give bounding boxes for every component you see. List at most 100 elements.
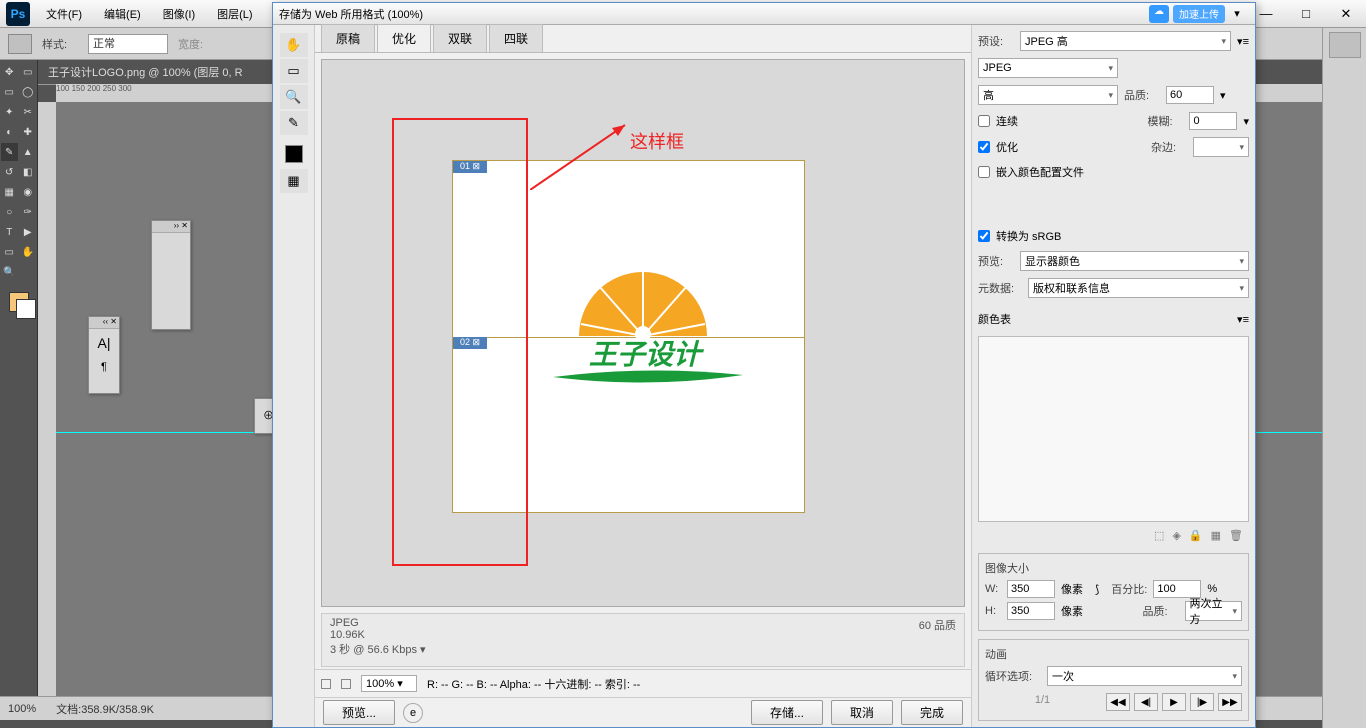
- slice-badge-01[interactable]: 01 ⊠: [453, 161, 487, 173]
- link-icon[interactable]: ⟆: [1095, 583, 1099, 596]
- close-button[interactable]: ✕: [1326, 2, 1366, 26]
- height-input[interactable]: [1007, 602, 1055, 620]
- progressive-checkbox[interactable]: [978, 115, 990, 127]
- slice-badge-02[interactable]: 02 ⊠: [453, 337, 487, 349]
- embed-profile-checkbox[interactable]: [978, 166, 990, 178]
- hand-tool[interactable]: ✋: [20, 243, 37, 261]
- stamp-tool[interactable]: ▲: [20, 143, 37, 161]
- ct-icon-1[interactable]: ⬚: [1154, 529, 1164, 542]
- blur-tool[interactable]: ◉: [20, 183, 37, 201]
- crop-tool[interactable]: ✂: [20, 103, 37, 121]
- quality-preset-select[interactable]: 高: [978, 85, 1118, 105]
- sfw-titlebar[interactable]: 存储为 Web 所用格式 (100%) ☁ 加速上传 ▾: [273, 3, 1255, 25]
- hand-tool-icon[interactable]: ✋: [280, 33, 308, 57]
- brush-tool[interactable]: ✎: [1, 143, 18, 161]
- preview-image[interactable]: 01 ⊠ 02 ⊠ 王子设计: [452, 160, 805, 513]
- anim-title: 动画: [985, 646, 1242, 662]
- sfw-tabs: 原稿 优化 双联 四联: [315, 25, 971, 53]
- float-panel-1[interactable]: ›› ✕: [151, 220, 191, 330]
- cancel-button[interactable]: 取消: [831, 700, 893, 725]
- history-brush[interactable]: ↺: [1, 163, 18, 181]
- ct-icon-5[interactable]: 🗑: [1229, 529, 1243, 542]
- menu-edit[interactable]: 编辑(E): [94, 1, 151, 27]
- eyedropper-icon[interactable]: ✎: [280, 111, 308, 135]
- move-tool[interactable]: ✥: [1, 63, 18, 81]
- anim-play-button[interactable]: ▶: [1162, 693, 1186, 711]
- path-select[interactable]: ▶: [20, 223, 37, 241]
- anim-first-button[interactable]: ◀◀: [1106, 693, 1130, 711]
- zoom-tool[interactable]: 🔍: [1, 263, 18, 281]
- foreground-color[interactable]: [9, 292, 29, 312]
- eyedropper-tool[interactable]: ◐: [1, 123, 18, 141]
- ct-icon-3[interactable]: 🔒: [1189, 529, 1203, 542]
- pen-tool[interactable]: ✑: [20, 203, 37, 221]
- zoom-select[interactable]: 100% ▾: [361, 675, 417, 692]
- tool-preset-icon[interactable]: [8, 34, 32, 54]
- matte-select[interactable]: [1193, 137, 1249, 157]
- preview-color-select[interactable]: 显示器颜色: [1020, 251, 1249, 271]
- background-color[interactable]: [16, 299, 36, 319]
- bottom-icon1[interactable]: [321, 679, 331, 689]
- save-button[interactable]: 存储...: [751, 700, 823, 725]
- slice-select-icon[interactable]: ▭: [280, 59, 308, 83]
- ct-icon-2[interactable]: ◈: [1172, 529, 1180, 542]
- metadata-select[interactable]: 版权和联系信息: [1028, 278, 1249, 298]
- quality-input[interactable]: [1166, 86, 1214, 104]
- ps-right-dock: [1322, 28, 1366, 728]
- shape-tool[interactable]: ▭: [1, 243, 18, 261]
- loop-select[interactable]: 一次: [1047, 666, 1242, 686]
- cloud-icon[interactable]: ☁: [1149, 5, 1169, 23]
- status-zoom[interactable]: 100%: [8, 703, 36, 715]
- tab-original[interactable]: 原稿: [321, 24, 375, 52]
- dock-icon-1[interactable]: [1329, 32, 1361, 58]
- healing-tool[interactable]: ✚: [20, 123, 37, 141]
- anim-prev-button[interactable]: ◀|: [1134, 693, 1158, 711]
- colortable-menu-icon[interactable]: ▾≡: [1237, 313, 1249, 326]
- optimized-checkbox[interactable]: [978, 141, 990, 153]
- anim-last-button[interactable]: ▶▶: [1218, 693, 1242, 711]
- artboard-tool[interactable]: ▭: [20, 63, 37, 81]
- optimized-label: 优化: [996, 139, 1018, 155]
- slice-visibility-icon[interactable]: ▦: [280, 169, 308, 193]
- done-button[interactable]: 完成: [901, 700, 963, 725]
- preset-select[interactable]: JPEG 高: [1020, 31, 1231, 51]
- color-table[interactable]: [978, 336, 1249, 522]
- bottom-icon2[interactable]: [341, 679, 351, 689]
- wand-tool[interactable]: ✦: [1, 103, 18, 121]
- type-tool[interactable]: T: [1, 223, 18, 241]
- eyedropper-color[interactable]: [285, 145, 303, 163]
- tab-4up[interactable]: 四联: [489, 24, 543, 52]
- sfw-menu-icon[interactable]: ▾: [1225, 5, 1249, 23]
- tab-2up[interactable]: 双联: [433, 24, 487, 52]
- blur-dropdown-icon[interactable]: ▾: [1243, 115, 1249, 128]
- eraser-tool[interactable]: ◧: [20, 163, 37, 181]
- sfw-preview-area[interactable]: 01 ⊠ 02 ⊠ 王子设计: [321, 59, 965, 607]
- convert-srgb-checkbox[interactable]: [978, 230, 990, 242]
- lasso-tool[interactable]: ◯: [20, 83, 37, 101]
- zoom-icon[interactable]: 🔍: [280, 85, 308, 109]
- marquee-tool[interactable]: ▭: [1, 83, 18, 101]
- quality-dropdown-icon[interactable]: ▾: [1220, 89, 1226, 102]
- width-input[interactable]: [1007, 580, 1055, 598]
- menu-image[interactable]: 图像(I): [153, 1, 205, 27]
- document-tab[interactable]: 王子设计LOGO.png @ 100% (图层 0, R: [38, 60, 253, 85]
- ps-menubar: 文件(F) 编辑(E) 图像(I) 图层(L): [36, 1, 263, 27]
- preset-menu-icon[interactable]: ▾≡: [1237, 35, 1249, 48]
- preview-button[interactable]: 预览...: [323, 700, 395, 725]
- maximize-button[interactable]: □: [1286, 2, 1326, 26]
- accelerate-badge[interactable]: 加速上传: [1173, 5, 1225, 23]
- browser-preview-icon[interactable]: e: [403, 703, 423, 723]
- format-select[interactable]: JPEG: [978, 58, 1118, 78]
- float-panel-2[interactable]: ‹‹ ✕A|¶: [88, 316, 120, 394]
- style-select[interactable]: 正常: [88, 34, 168, 54]
- dodge-tool[interactable]: ○: [1, 203, 18, 221]
- anim-next-button[interactable]: |▶: [1190, 693, 1214, 711]
- blur-input[interactable]: [1189, 112, 1237, 130]
- ct-icon-4[interactable]: ▦: [1211, 529, 1221, 542]
- menu-layer[interactable]: 图层(L): [207, 1, 262, 27]
- menu-file[interactable]: 文件(F): [36, 1, 92, 27]
- gradient-tool[interactable]: ▦: [1, 183, 18, 201]
- resample-select[interactable]: 两次立方: [1185, 601, 1243, 621]
- resample-label: 品质:: [1143, 603, 1179, 619]
- tab-optimized[interactable]: 优化: [377, 24, 431, 52]
